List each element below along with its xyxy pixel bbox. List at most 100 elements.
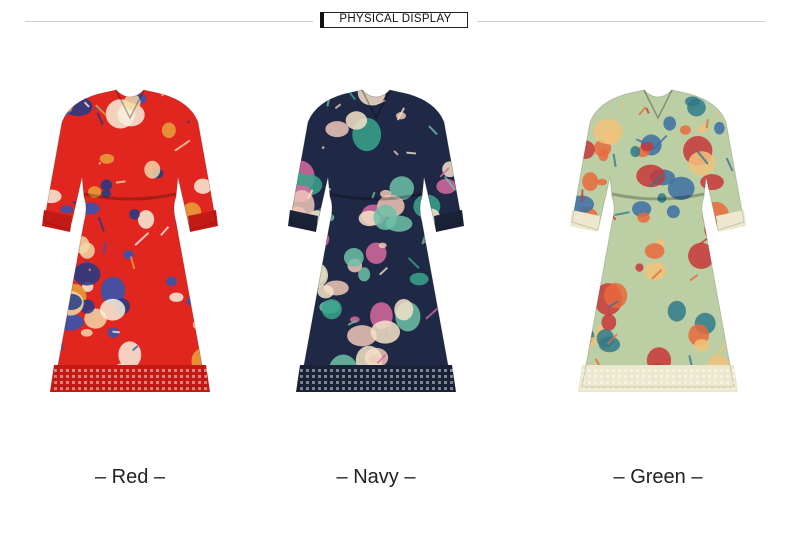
floral-print-mark: [644, 262, 667, 281]
leaf-print-mark: [206, 327, 211, 331]
floral-print-mark: [687, 98, 706, 117]
floral-print-mark: [295, 277, 321, 294]
floral-print-mark: [169, 292, 184, 303]
floral-print-mark: [188, 252, 198, 262]
product-image-green[interactable]: [548, 82, 768, 432]
floral-print-mark: [73, 262, 101, 286]
leaf-print-mark: [98, 162, 102, 165]
floral-print-mark: [343, 248, 364, 267]
leaf-print-mark: [388, 322, 392, 333]
floral-print-mark: [370, 320, 401, 344]
leaf-print-mark: [112, 330, 120, 334]
leaf-print-mark: [434, 251, 440, 258]
floral-print-mark: [635, 263, 644, 272]
leaf-print-mark: [115, 180, 126, 184]
floral-print-mark: [345, 111, 368, 130]
leaf-print-mark: [189, 96, 197, 102]
floral-print-mark: [598, 149, 609, 162]
leaf-print-mark: [88, 268, 92, 272]
floral-print-mark: [604, 282, 628, 309]
floral-print-mark: [679, 125, 691, 135]
dress-navy-image: [288, 89, 464, 392]
floral-print-mark: [80, 329, 93, 337]
floral-print-mark: [80, 202, 100, 215]
floral-print-mark: [161, 122, 176, 139]
product-image-navy[interactable]: [266, 82, 486, 432]
floral-print-mark: [593, 118, 623, 145]
floral-print-mark: [373, 204, 398, 231]
floral-print-mark: [700, 174, 724, 191]
leaf-print-mark: [717, 90, 723, 97]
floral-print-mark: [165, 276, 177, 287]
floral-print-mark: [118, 341, 142, 369]
floral-print-mark: [694, 339, 710, 352]
floral-print-mark: [100, 298, 126, 321]
leaf-print-mark: [428, 90, 433, 104]
floral-print-mark: [596, 329, 615, 348]
floral-print-mark: [55, 97, 73, 115]
floral-print-mark: [666, 205, 680, 219]
floral-print-mark: [601, 313, 617, 331]
floral-print-mark: [300, 261, 329, 289]
floral-print-mark: [630, 146, 641, 158]
leaf-print-mark: [581, 238, 587, 246]
floral-print-mark: [137, 210, 155, 229]
floral-print-mark: [637, 212, 650, 223]
floral-print-mark: [44, 189, 62, 204]
floral-print-mark: [56, 313, 84, 331]
leaf-print-mark: [291, 323, 305, 335]
floral-print-mark: [596, 178, 608, 186]
floral-print-mark: [663, 116, 677, 131]
floral-print-mark: [667, 300, 686, 322]
variant-caption-green: – Green –: [613, 466, 703, 488]
floral-print-mark: [44, 238, 67, 257]
floral-print-mark: [100, 179, 113, 191]
dress-green-image: [570, 89, 746, 392]
header-divider-right: [477, 21, 765, 22]
leaf-print-mark: [321, 145, 325, 150]
floral-print-mark: [60, 205, 74, 214]
floral-print-mark: [74, 236, 90, 254]
floral-print-mark: [644, 243, 665, 259]
floral-print-mark: [714, 121, 725, 135]
floral-print-mark: [50, 296, 69, 318]
floral-print-mark: [586, 337, 599, 346]
leaf-print-mark: [406, 151, 417, 155]
leaf-print-mark: [208, 337, 216, 342]
floral-print-mark: [394, 298, 414, 321]
floral-print-mark: [378, 242, 387, 249]
floral-print-mark: [60, 293, 82, 310]
floral-print-mark: [65, 90, 88, 102]
leaf-print-mark: [55, 268, 61, 276]
floral-print-mark: [582, 172, 599, 191]
leaf-print-mark: [591, 312, 594, 319]
floral-print-mark: [409, 272, 429, 286]
leaf-print-mark: [705, 119, 709, 129]
floral-print-mark: [181, 233, 212, 267]
leaf-print-mark: [44, 258, 52, 273]
floral-print-mark: [380, 189, 392, 198]
floral-print-mark: [688, 151, 716, 176]
floral-print-mark: [697, 124, 708, 133]
variant-caption-red: – Red –: [94, 466, 166, 488]
product-image-red[interactable]: [20, 82, 240, 432]
floral-print-mark: [294, 254, 320, 279]
floral-print-mark: [202, 279, 215, 288]
floral-print-mark: [291, 96, 304, 106]
floral-print-mark: [99, 153, 115, 164]
floral-print-mark: [129, 208, 140, 220]
leaf-print-mark: [190, 263, 203, 272]
leaf-print-mark: [595, 97, 602, 106]
floral-print-mark: [144, 160, 161, 179]
header-divider-left: [25, 21, 313, 22]
section-title-badge: PHYSICAL DISPLAY: [320, 12, 468, 28]
section-title: PHYSICAL DISPLAY: [339, 13, 452, 26]
floral-print-mark: [321, 299, 342, 320]
floral-print-mark: [319, 213, 335, 223]
dress-red-image: [42, 89, 218, 392]
floral-print-mark: [442, 161, 458, 178]
leaf-print-mark: [716, 105, 733, 115]
floral-print-mark: [325, 121, 349, 138]
variant-caption-navy: – Navy –: [336, 466, 416, 488]
floral-print-mark: [579, 300, 595, 318]
